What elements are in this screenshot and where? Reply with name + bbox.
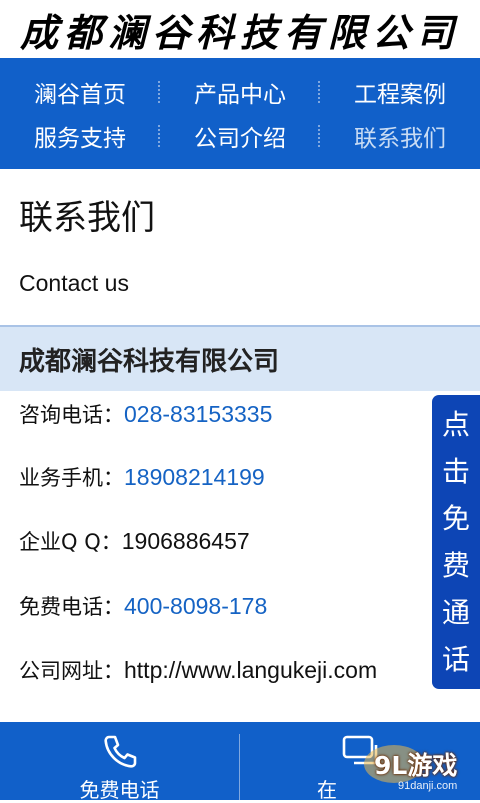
free-call-float-button[interactable]: 点击免费通话	[432, 395, 480, 689]
nav-item-support[interactable]: 服务支持	[0, 114, 160, 158]
consult-phone-link[interactable]: 028-83153335	[124, 401, 272, 428]
contact-label: 业务手机：	[19, 466, 124, 490]
watermark-brand: 9L游戏	[374, 751, 458, 780]
contact-row-free-phone: 免费电话： 400-8098-178	[19, 586, 267, 626]
contact-row-qq: 企业Q Q： 1906886457	[19, 521, 250, 561]
contact-label: 公司网址：	[19, 659, 124, 683]
free-phone-button[interactable]: 免费电话	[0, 722, 239, 802]
nav-item-contact[interactable]: 联系我们	[320, 114, 480, 158]
nav-divider	[318, 81, 320, 103]
mobile-phone-link[interactable]: 18908214199	[124, 464, 265, 491]
watermark-url: 91danji.com	[398, 780, 458, 792]
watermark: 9L游戏 91danji.com	[346, 742, 480, 800]
page-subtitle: Contact us	[19, 270, 129, 296]
nav-divider	[158, 81, 160, 103]
nav-item-cases[interactable]: 工程案例	[320, 70, 480, 114]
free-call-float-label: 点击免费通话	[441, 408, 470, 676]
company-name: 成都澜谷科技有限公司	[19, 347, 280, 377]
contact-row-website: 公司网址： http://www.langukeji.com	[19, 650, 377, 690]
nav-item-home[interactable]: 澜谷首页	[0, 70, 160, 114]
nav-divider	[318, 125, 320, 147]
free-phone-link[interactable]: 400-8098-178	[124, 593, 267, 620]
page-title: 联系我们	[19, 198, 155, 238]
website-url: http://www.langukeji.com	[124, 656, 378, 683]
contact-label: 咨询电话：	[19, 403, 124, 427]
phone-icon	[104, 735, 137, 768]
company-bar: 成都澜谷科技有限公司	[0, 325, 480, 391]
qq-number: 1906886457	[121, 527, 250, 554]
free-phone-label: 免费电话	[79, 778, 160, 802]
nav-divider	[158, 125, 160, 147]
contact-row-mobile: 业务手机： 18908214199	[19, 457, 265, 497]
contact-row-consult-phone: 咨询电话： 028-83153335	[19, 394, 272, 434]
contact-label: 企业Q Q：	[19, 530, 122, 554]
top-banner: 成都澜谷科技有限公司	[0, 0, 480, 58]
main-nav: 澜谷首页 产品中心 工程案例 服务支持 公司介绍 联系我们	[0, 58, 480, 169]
nav-item-about[interactable]: 公司介绍	[160, 114, 320, 158]
nav-item-products[interactable]: 产品中心	[160, 70, 320, 114]
company-logo: 成都澜谷科技有限公司	[19, 9, 460, 55]
contact-label: 免费电话：	[19, 595, 124, 619]
